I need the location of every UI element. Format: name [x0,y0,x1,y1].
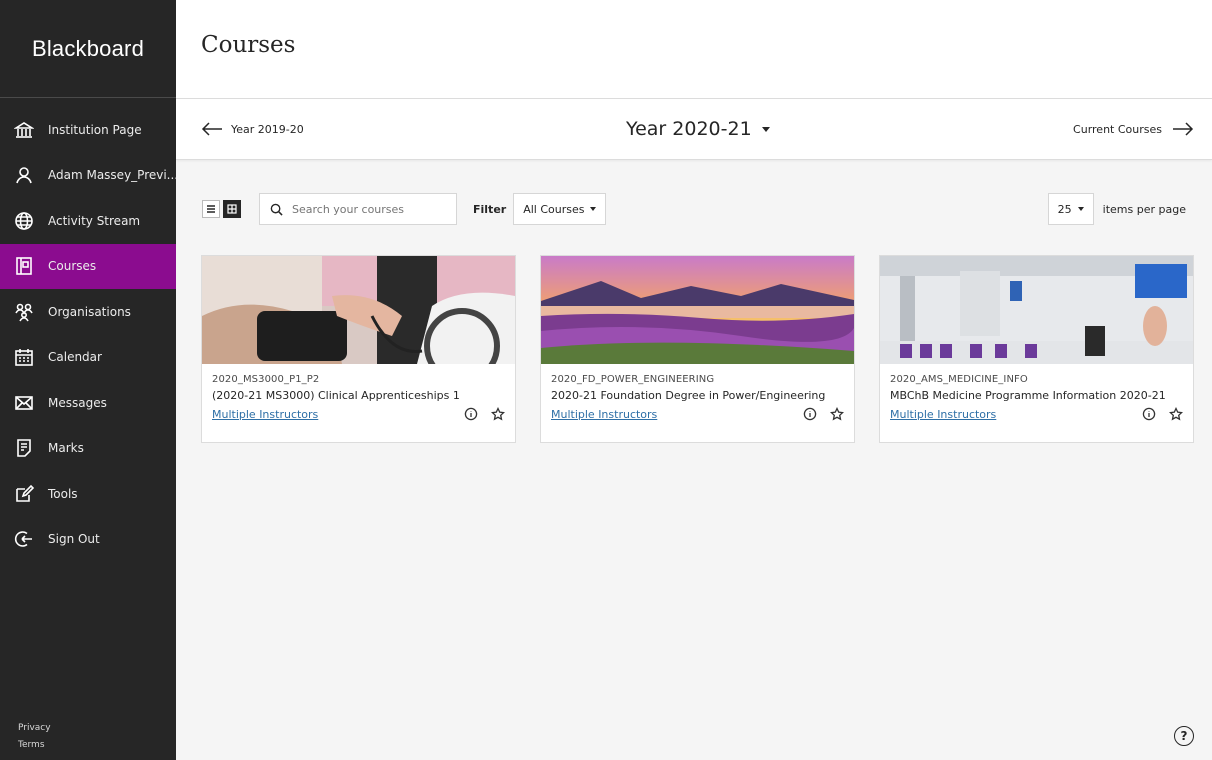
current-term-dropdown[interactable]: Year 2020-21 [626,118,770,140]
filter-dropdown[interactable]: All Courses [513,193,607,225]
course-id: 2020_FD_POWER_ENGINEERING [551,374,715,385]
grid-view-button[interactable] [223,200,241,218]
course-id: 2020_AMS_MEDICINE_INFO [890,374,1028,385]
items-per-page-dropdown[interactable]: 25 [1047,193,1094,225]
current-term-label: Year 2020-21 [626,118,752,140]
course-card[interactable]: 2020_MS3000_P1_P2 (2020-21 MS3000) Clini… [201,255,516,443]
items-per-page-label: items per page [1102,202,1186,216]
help-button[interactable]: ? [1174,726,1194,746]
sidebar-item-sign-out[interactable]: Sign Out [0,517,176,563]
course-card[interactable]: 2020_AMS_MEDICINE_INFO MBChB Medicine Pr… [879,255,1194,443]
sidebar-item-activity-stream[interactable]: Activity Stream [0,198,176,244]
organisations-icon [14,302,34,322]
course-image [880,256,1193,364]
sidebar-item-courses[interactable]: Courses [0,243,176,289]
sidebar-item-label: Tools [48,486,78,501]
caret-down-icon [761,126,770,132]
sign-out-icon [14,529,34,549]
sidebar-item-label: Adam Massey_Previ... [48,168,176,183]
star-icon[interactable] [1169,407,1183,421]
filter-value: All Courses [523,202,585,216]
sidebar-item-calendar[interactable]: Calendar [0,335,176,381]
sidebar-item-institution-page[interactable]: Institution Page [0,107,176,153]
previous-term-label: Year 2019-20 [231,122,304,136]
institution-icon [14,120,34,140]
sidebar-item-label: Institution Page [48,122,142,137]
page-title: Courses [201,32,296,58]
sidebar-item-messages[interactable]: Messages [0,380,176,426]
sidebar-item-tools[interactable]: Tools [0,471,176,517]
sidebar-item-profile[interactable]: Adam Massey_Previ... [0,153,176,199]
calendar-icon [14,347,34,367]
sidebar-item-organisations[interactable]: Organisations [0,289,176,335]
sidebar-item-label: Messages [48,395,107,410]
course-title[interactable]: (2020-21 MS3000) Clinical Apprenticeship… [212,389,505,402]
course-image [541,256,854,364]
course-search [259,193,457,225]
info-icon[interactable] [1142,407,1156,421]
privacy-link[interactable]: Privacy [18,720,51,737]
info-icon[interactable] [803,407,817,421]
course-id: 2020_MS3000_P1_P2 [212,374,320,385]
caret-down-icon [590,207,597,211]
view-toggle [202,200,241,218]
blackboard-logo[interactable]: Blackboard [0,0,176,98]
tools-icon [14,484,34,504]
list-icon [207,205,215,213]
sidebar-item-label: Organisations [48,304,131,319]
main-content: Courses Year 2019-20 Year 2020-21 Curren… [176,0,1212,760]
course-toolbar: Filter All Courses 25 items per page [202,192,1186,226]
star-icon[interactable] [830,407,844,421]
course-grid: 2020_MS3000_P1_P2 (2020-21 MS3000) Clini… [201,255,1194,443]
instructors-link[interactable]: Multiple Instructors [212,408,318,421]
sidebar-item-label: Activity Stream [48,213,141,228]
sidebar-item-label: Sign Out [48,532,100,547]
info-icon[interactable] [464,407,478,421]
course-title[interactable]: MBChB Medicine Programme Information 202… [890,389,1183,402]
sidebar-item-label: Courses [48,259,97,274]
sidebar-item-marks[interactable]: Marks [0,426,176,472]
term-navigation: Year 2019-20 Year 2020-21 Current Course… [176,99,1212,160]
globe-icon [14,211,34,231]
arrow-left-icon [201,122,222,136]
courses-icon [14,256,34,276]
star-icon[interactable] [491,407,505,421]
terms-link[interactable]: Terms [18,737,51,754]
help-icon: ? [1180,729,1188,743]
sidebar-footer: Privacy Terms [18,720,51,754]
sidebar-nav: Institution Page Adam Massey_Previ... Ac… [0,98,176,562]
items-per-page-value: 25 [1057,202,1072,216]
items-per-page: 25 items per page [1047,193,1186,225]
search-icon [270,203,283,216]
instructors-link[interactable]: Multiple Instructors [890,408,996,421]
next-term-button[interactable]: Current Courses [1073,121,1194,137]
page-header: Courses [176,0,1212,99]
course-title[interactable]: 2020-21 Foundation Degree in Power/Engin… [551,389,844,402]
list-view-button[interactable] [202,200,220,218]
previous-term-button[interactable]: Year 2019-20 [201,121,304,137]
envelope-icon [14,393,34,413]
user-icon [14,165,34,185]
search-input[interactable] [292,202,442,216]
next-term-label: Current Courses [1073,122,1162,136]
grid-icon [227,204,237,214]
course-card[interactable]: 2020_FD_POWER_ENGINEERING 2020-21 Founda… [540,255,855,443]
sidebar-item-label: Marks [48,441,84,456]
instructors-link[interactable]: Multiple Instructors [551,408,657,421]
arrow-right-icon [1173,122,1194,136]
caret-down-icon [1077,207,1084,211]
sidebar-item-label: Calendar [48,350,102,365]
filter-label: Filter [473,202,507,216]
marks-icon [14,438,34,458]
course-image [202,256,515,364]
sidebar: Blackboard Institution Page Adam Massey_… [0,0,176,760]
